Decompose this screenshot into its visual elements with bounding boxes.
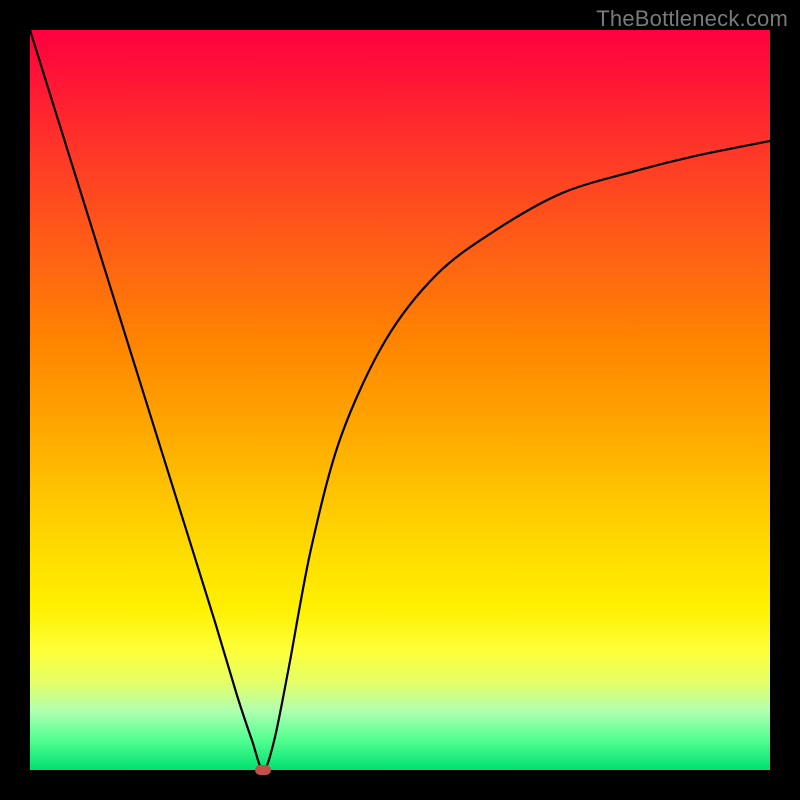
plot-area: [30, 30, 770, 770]
bottleneck-curve: [30, 30, 770, 770]
chart-frame: TheBottleneck.com: [0, 0, 800, 800]
watermark-text: TheBottleneck.com: [596, 6, 788, 32]
minimum-marker: [255, 765, 271, 775]
curve-svg: [30, 30, 770, 770]
